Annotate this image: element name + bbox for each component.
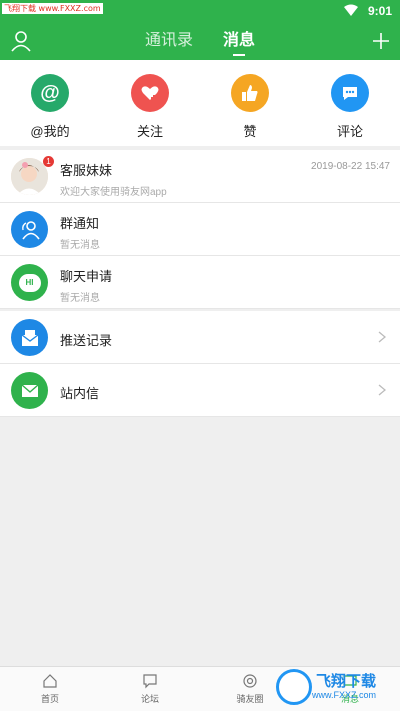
quick-at-me[interactable]: @ @我的 xyxy=(10,74,90,146)
message-row-chat-request[interactable]: HI 聊天申请 暂无消息 xyxy=(0,256,400,309)
message-preview: 暂无消息 xyxy=(60,293,100,304)
thumbs-up-icon xyxy=(231,74,269,112)
mail-icon xyxy=(11,372,48,409)
watermark-label: 飞翔下载 www.FXXZ.com xyxy=(2,3,103,14)
chevron-right-icon xyxy=(378,331,386,343)
message-time: 2019-08-22 15:47 xyxy=(311,161,390,172)
quick-follow[interactable]: 关注 xyxy=(110,74,190,146)
message-list: 1 客服妹妹 欢迎大家使用骑友网app 2019-08-22 15:47 群通知… xyxy=(0,150,400,309)
forum-icon xyxy=(143,674,157,689)
message-preview: 暂无消息 xyxy=(60,240,100,251)
quick-comment[interactable]: 评论 xyxy=(310,74,390,146)
circle-icon xyxy=(243,674,257,688)
message-title: 群通知 xyxy=(60,216,100,231)
watermark-overlay: 飞翔下载 www.FXXZ.com xyxy=(276,667,396,707)
add-icon[interactable] xyxy=(370,30,392,52)
hi-bubble: HI xyxy=(18,273,41,292)
message-title: 聊天申请 xyxy=(60,269,113,284)
quick-actions: @ @我的 关注 赞 评论 xyxy=(0,60,400,146)
quick-label: @我的 xyxy=(30,124,70,139)
chevron-right-icon xyxy=(378,384,386,396)
push-record-icon xyxy=(11,319,48,356)
home-icon xyxy=(43,674,57,688)
message-row-group-notice[interactable]: 群通知 暂无消息 xyxy=(0,203,400,256)
tabbar-home[interactable]: 首页 xyxy=(0,667,100,711)
unread-badge: 1 xyxy=(43,156,54,167)
quick-label: 评论 xyxy=(336,124,363,139)
status-time: 9:01 xyxy=(367,4,392,18)
tabbar-label: 论坛 xyxy=(140,694,159,704)
message-preview: 欢迎大家使用骑友网app xyxy=(60,187,167,198)
link-title: 推送记录 xyxy=(60,333,113,348)
header: 通讯录 消息 xyxy=(0,22,400,60)
status-bar: 飞翔下载 www.FXXZ.com 9:01 xyxy=(0,0,400,22)
watermark-logo-icon xyxy=(276,669,312,705)
watermark-url: www.FXXZ.com xyxy=(312,690,377,700)
quick-like[interactable]: 赞 xyxy=(210,74,290,146)
tabbar-forum[interactable]: 论坛 xyxy=(100,667,200,711)
wifi-icon xyxy=(344,4,358,16)
tabbar-label: 首页 xyxy=(40,694,59,704)
comment-icon xyxy=(331,74,369,112)
chat-hi-icon: HI xyxy=(11,264,48,301)
link-row-push-history[interactable]: 推送记录 xyxy=(0,311,400,364)
link-list: 推送记录 站内信 xyxy=(0,311,400,417)
quick-label: 关注 xyxy=(136,124,163,139)
quick-label: 赞 xyxy=(243,124,257,139)
tab-messages[interactable]: 消息 xyxy=(223,22,255,60)
heart-plus-icon xyxy=(131,74,169,112)
link-title: 站内信 xyxy=(60,386,100,401)
tabbar-label: 骑友圈 xyxy=(236,694,264,704)
header-tabs: 通讯录 消息 xyxy=(0,22,400,60)
tab-contacts[interactable]: 通讯录 xyxy=(145,22,193,60)
watermark-title: 飞翔下载 xyxy=(316,673,377,690)
message-row-customer-service[interactable]: 1 客服妹妹 欢迎大家使用骑友网app 2019-08-22 15:47 xyxy=(0,150,400,203)
group-icon xyxy=(11,211,48,248)
message-title: 客服妹妹 xyxy=(60,163,113,178)
link-row-inbox[interactable]: 站内信 xyxy=(0,364,400,417)
at-icon: @ xyxy=(31,74,69,112)
watermark-text-block: 飞翔下载 www.FXXZ.com xyxy=(312,673,377,701)
